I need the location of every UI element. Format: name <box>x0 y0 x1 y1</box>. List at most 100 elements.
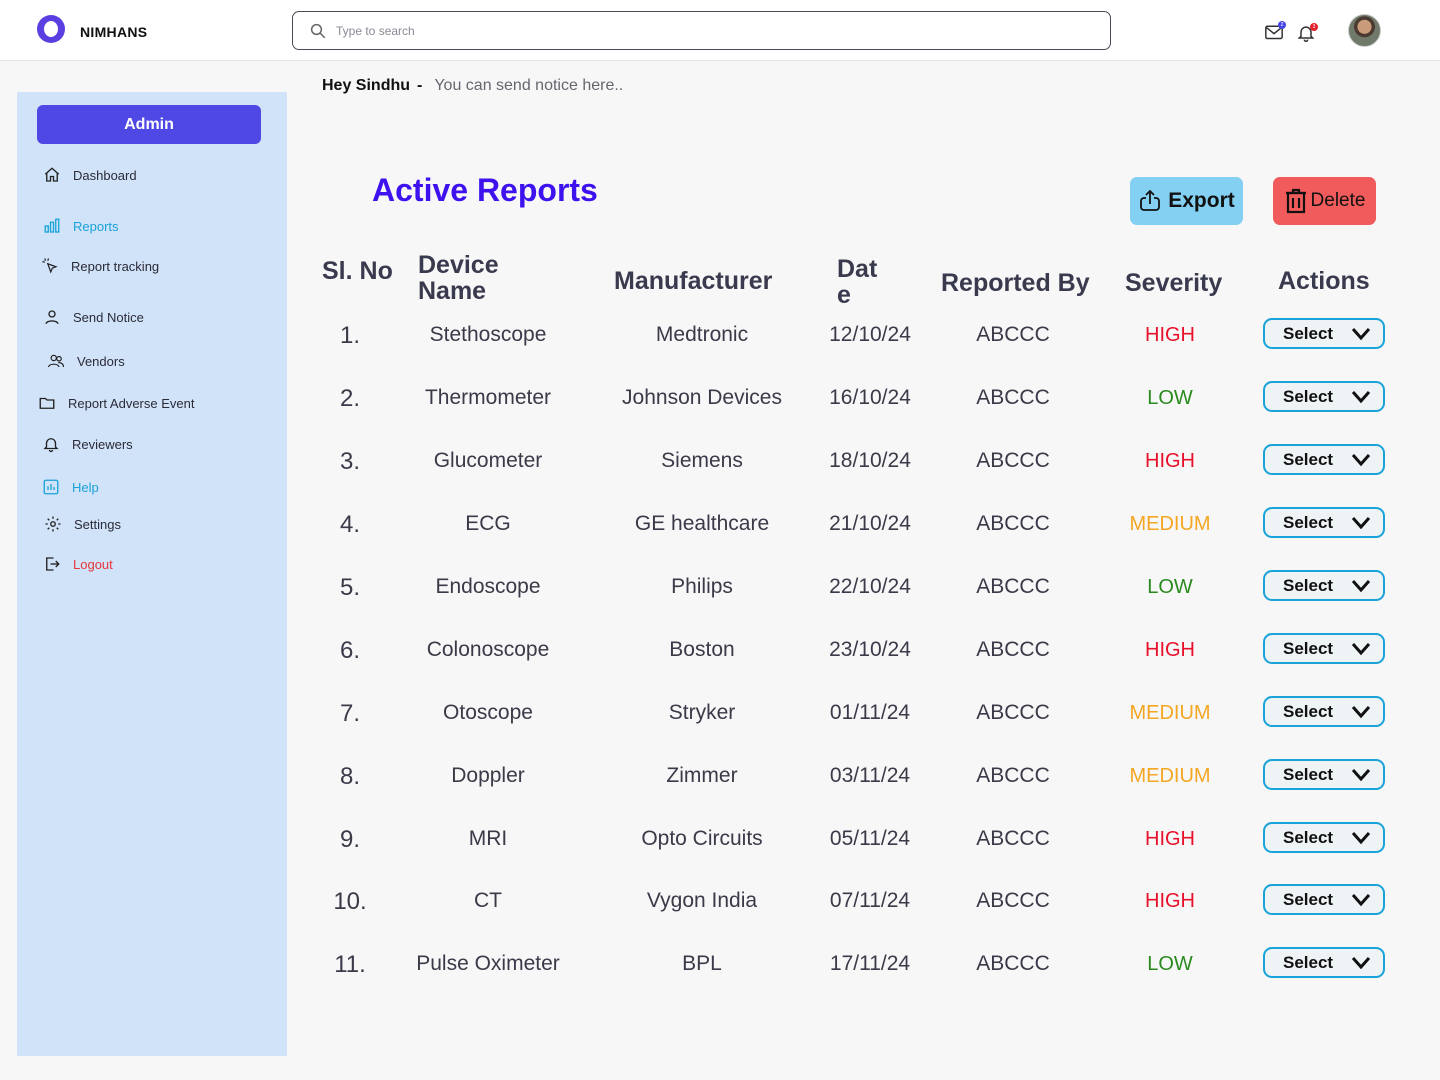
user-icon <box>45 310 59 325</box>
cell-device-name: CT <box>474 889 502 912</box>
action-select-label: Select <box>1283 323 1334 343</box>
action-select-dropdown[interactable]: Select <box>1263 633 1385 664</box>
cell-manufacturer: Johnson Devices <box>622 386 782 409</box>
cell-sl-no: 11. <box>334 951 366 978</box>
home-icon <box>44 167 60 182</box>
action-select-dropdown[interactable]: Select <box>1263 318 1385 349</box>
cell-device-name: Doppler <box>451 764 525 787</box>
cell-sl-no: 10. <box>333 888 367 915</box>
cell-date: 01/11/24 <box>829 701 911 724</box>
action-select-label: Select <box>1283 889 1334 909</box>
chevron-down-icon <box>1351 957 1371 970</box>
delete-button[interactable]: Delete <box>1273 177 1376 225</box>
action-select-dropdown[interactable]: Select <box>1263 444 1385 475</box>
action-select-dropdown[interactable]: Select <box>1263 947 1385 978</box>
sidebar-item-dashboard[interactable]: Dashboard <box>43 163 137 187</box>
sidebar-item-report-tracking[interactable]: Report tracking <box>41 254 159 278</box>
brand-logo[interactable] <box>37 15 65 43</box>
sidebar-item-vendors[interactable]: Vendors <box>47 349 125 373</box>
delete-label: Delete <box>1310 190 1366 211</box>
action-select-label: Select <box>1283 449 1334 469</box>
user-avatar[interactable] <box>1348 14 1381 47</box>
sidebar-item-report-adverse-event[interactable]: Report Adverse Event <box>38 391 194 415</box>
header-manufacturer: Manufacturer <box>614 267 773 295</box>
action-select-label: Select <box>1283 386 1334 406</box>
chevron-down-icon <box>1351 391 1371 404</box>
chevron-down-icon <box>1351 517 1371 530</box>
header-date-line1: Dat <box>837 255 878 283</box>
action-select-dropdown[interactable]: Select <box>1263 507 1385 538</box>
cell-manufacturer: Vygon India <box>646 889 758 912</box>
mail-button[interactable]: 2 <box>1264 21 1288 47</box>
gear-icon <box>45 516 61 532</box>
notifications-button[interactable]: 3 <box>1296 23 1320 47</box>
cell-sl-no: 6. <box>339 637 361 664</box>
cell-reported-by: ABCCC <box>976 889 1050 912</box>
header-sl-no: Sl. No <box>322 257 393 285</box>
action-select-dropdown[interactable]: Select <box>1263 570 1385 601</box>
cell-severity: HIGH <box>1145 450 1195 472</box>
greeting-bar: Hey Sindhu - You can send notice here.. <box>322 77 623 95</box>
cell-device-name: ECG <box>465 512 511 535</box>
cell-date: 03/11/24 <box>829 764 911 787</box>
header-severity: Severity <box>1125 269 1223 297</box>
cell-device-name: Glucometer <box>433 449 543 472</box>
action-select-dropdown[interactable]: Select <box>1263 759 1385 790</box>
bell-badge: 3 <box>1310 23 1318 31</box>
action-select-dropdown[interactable]: Select <box>1263 696 1385 727</box>
cell-manufacturer: Boston <box>669 638 735 661</box>
cell-severity: MEDIUM <box>1129 513 1211 535</box>
sidebar-item-label: Report tracking <box>71 258 160 274</box>
action-select-dropdown[interactable]: Select <box>1263 884 1385 915</box>
action-select-label: Select <box>1283 952 1334 972</box>
sidebar-item-label: Report Adverse Event <box>68 395 195 411</box>
header-date-line2: e <box>837 281 851 309</box>
cell-severity: HIGH <box>1145 324 1195 346</box>
cell-manufacturer: Zimmer <box>666 764 738 787</box>
sidebar-item-send-notice[interactable]: Send Notice <box>43 305 144 329</box>
action-select-dropdown[interactable]: Select <box>1263 381 1385 412</box>
cell-sl-no: 5. <box>339 574 361 601</box>
header-device-line1: Device <box>418 251 499 279</box>
export-button[interactable]: Export <box>1130 177 1243 225</box>
header-device-name: Device Name <box>418 252 499 304</box>
cell-reported-by: ABCCC <box>976 701 1050 724</box>
cell-reported-by: ABCCC <box>976 386 1050 409</box>
sidebar-item-settings[interactable]: Settings <box>44 512 121 536</box>
sidebar-item-logout[interactable]: Logout <box>43 552 113 576</box>
sidebar-item-reports[interactable]: Reports <box>43 214 119 238</box>
cell-device-name: Stethoscope <box>429 323 547 346</box>
sidebar: Admin Dashboard Reports Report tracking … <box>17 92 287 1056</box>
cell-severity: LOW <box>1147 576 1193 598</box>
action-select-label: Select <box>1283 764 1334 784</box>
search-box[interactable] <box>292 11 1111 50</box>
cell-date: 07/11/24 <box>829 889 911 912</box>
cell-date: 17/11/24 <box>829 952 911 975</box>
sidebar-item-reviewers[interactable]: Reviewers <box>42 432 133 456</box>
search-icon <box>310 23 326 39</box>
action-select-dropdown[interactable]: Select <box>1263 822 1385 853</box>
chevron-down-icon <box>1351 580 1371 593</box>
search-input[interactable] <box>336 20 1076 42</box>
sidebar-item-label: Reports <box>73 218 119 234</box>
chevron-down-icon <box>1351 769 1371 782</box>
cell-device-name: Otoscope <box>443 701 533 724</box>
cell-reported-by: ABCCC <box>976 323 1050 346</box>
admin-button[interactable]: Admin <box>37 105 261 144</box>
cell-device-name: Pulse Oximeter <box>416 952 560 975</box>
bell-icon <box>43 438 59 453</box>
chevron-down-icon <box>1351 706 1371 719</box>
sidebar-item-label: Help <box>72 479 99 495</box>
sidebar-item-label: Logout <box>73 556 113 572</box>
header-date: Dat e <box>837 256 877 308</box>
cell-device-name: Endoscope <box>435 575 541 598</box>
cell-manufacturer: Stryker <box>668 701 736 724</box>
cell-severity: HIGH <box>1145 639 1195 661</box>
sidebar-item-label: Settings <box>74 516 121 532</box>
cell-manufacturer: Medtronic <box>655 323 749 346</box>
cell-sl-no: 3. <box>339 448 361 475</box>
sidebar-item-label: Dashboard <box>73 167 137 183</box>
cell-reported-by: ABCCC <box>976 952 1050 975</box>
sidebar-item-help[interactable]: Help <box>42 475 99 499</box>
header-device-line2: Name <box>418 277 487 305</box>
